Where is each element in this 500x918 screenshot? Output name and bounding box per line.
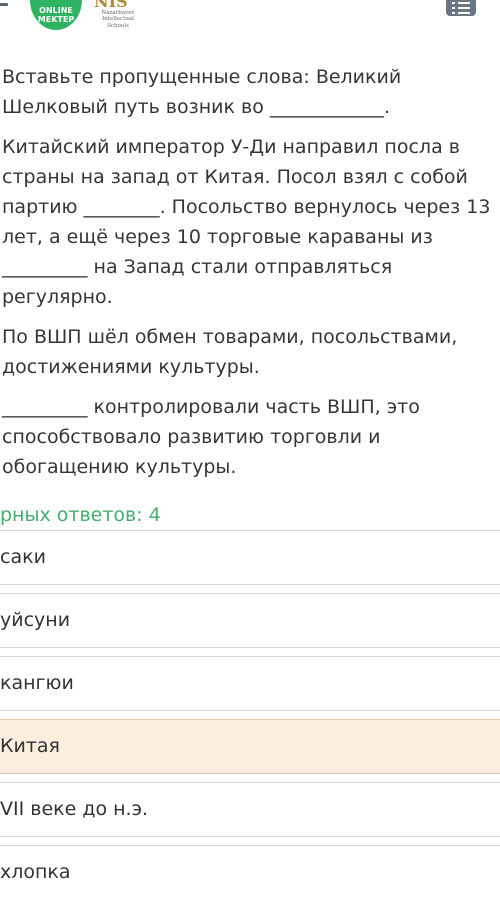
nis-logo: NIS Nazarbayev Intellectual Schools [94, 0, 135, 29]
answer-option[interactable]: хлопка [0, 845, 500, 900]
hamburger-menu-icon[interactable] [0, 0, 8, 18]
online-mektep-logo: ONLINE MEKTEP [30, 0, 82, 30]
question-paragraph-3: По ВШП шёл обмен товарами, посольствами,… [2, 326, 458, 378]
answer-option[interactable]: кангюи [0, 656, 500, 711]
answer-options-list: саки уйсуни кангюи Китая VII веке до н.э… [0, 530, 500, 908]
app-header: ONLINE MEKTEP NIS Nazarbayev Intellectual… [0, 0, 500, 48]
correct-answers-count: рных ответов: 4 [0, 504, 161, 526]
answer-option-selected[interactable]: Китая [0, 719, 500, 774]
question-text: Вставьте пропущенные слова: Великий Шелк… [2, 62, 500, 492]
question-paragraph-4: _________ контролировали часть ВШП, это … [2, 396, 420, 478]
answer-option[interactable]: саки [0, 530, 500, 585]
list-menu-button[interactable] [446, 0, 476, 16]
answer-option[interactable]: уйсуни [0, 593, 500, 648]
answer-option[interactable]: VII веке до н.э. [0, 782, 500, 837]
question-paragraph-1: Вставьте пропущенные слова: Великий Шелк… [2, 66, 402, 118]
question-paragraph-2: Китайский император У-Ди направил посла … [2, 136, 491, 308]
